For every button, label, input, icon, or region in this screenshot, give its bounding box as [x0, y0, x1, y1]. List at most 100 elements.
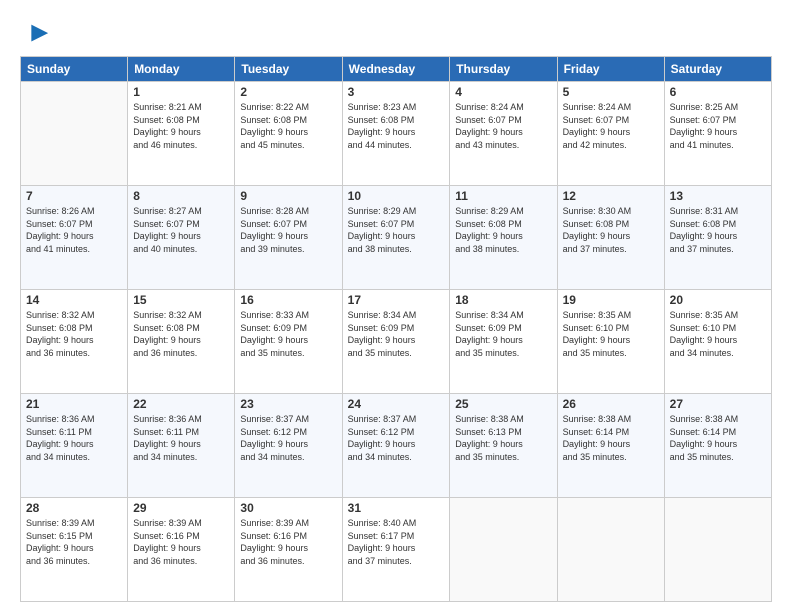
calendar-week-row: 7Sunrise: 8:26 AM Sunset: 6:07 PM Daylig… — [21, 186, 772, 290]
day-number: 8 — [133, 189, 229, 203]
calendar-cell: 27 Sunrise: 8:38 AM Sunset: 6:14 PM Dayli… — [664, 394, 771, 498]
day-number: 9 — [240, 189, 336, 203]
calendar-cell — [21, 82, 128, 186]
day-info: Sunrise: 8:31 AM Sunset: 6:08 PM Dayligh… — [670, 205, 766, 255]
calendar-cell: 29 Sunrise: 8:39 AM Sunset: 6:16 PM Dayli… — [128, 498, 235, 602]
calendar-cell: 25 Sunrise: 8:38 AM Sunset: 6:13 PM Dayli… — [450, 394, 557, 498]
day-info: Sunrise: 8:22 AM Sunset: 6:08 PM Dayligh… — [240, 101, 336, 151]
day-of-week-header: Sunday — [21, 57, 128, 82]
day-info: Sunrise: 8:37 AM Sunset: 6:12 PM Dayligh… — [348, 413, 445, 463]
page: SundayMondayTuesdayWednesdayThursdayFrid… — [0, 0, 792, 612]
day-info: Sunrise: 8:29 AM Sunset: 6:08 PM Dayligh… — [455, 205, 551, 255]
header — [20, 16, 772, 48]
calendar-week-row: 21 Sunrise: 8:36 AM Sunset: 6:11 PM Dayli… — [21, 394, 772, 498]
day-number: 30 — [240, 501, 336, 515]
day-info: Sunrise: 8:36 AM Sunset: 6:11 PM Dayligh… — [26, 413, 122, 463]
calendar-week-row: 28Sunrise: 8:39 AM Sunset: 6:15 PM Dayli… — [21, 498, 772, 602]
day-info: Sunrise: 8:25 AM Sunset: 6:07 PM Dayligh… — [670, 101, 766, 151]
calendar-cell: 4 Sunrise: 8:24 AM Sunset: 6:07 PM Daylig… — [450, 82, 557, 186]
day-number: 23 — [240, 397, 336, 411]
calendar-cell: 30 Sunrise: 8:39 AM Sunset: 6:16 PM Dayli… — [235, 498, 342, 602]
calendar-cell: 7Sunrise: 8:26 AM Sunset: 6:07 PM Daylig… — [21, 186, 128, 290]
calendar-cell: 10 Sunrise: 8:29 AM Sunset: 6:07 PM Dayli… — [342, 186, 450, 290]
calendar-cell: 24Sunrise: 8:37 AM Sunset: 6:12 PM Dayli… — [342, 394, 450, 498]
day-number: 3 — [348, 85, 445, 99]
day-info: Sunrise: 8:27 AM Sunset: 6:07 PM Dayligh… — [133, 205, 229, 255]
day-number: 27 — [670, 397, 766, 411]
calendar-cell: 1 Sunrise: 8:21 AM Sunset: 6:08 PM Daylig… — [128, 82, 235, 186]
day-number: 1 — [133, 85, 229, 99]
calendar-cell: 6 Sunrise: 8:25 AM Sunset: 6:07 PM Daylig… — [664, 82, 771, 186]
calendar-week-row: 14 Sunrise: 8:32 AM Sunset: 6:08 PM Dayli… — [21, 290, 772, 394]
day-info: Sunrise: 8:37 AM Sunset: 6:12 PM Dayligh… — [240, 413, 336, 463]
day-info: Sunrise: 8:32 AM Sunset: 6:08 PM Dayligh… — [26, 309, 122, 359]
calendar-cell: 20Sunrise: 8:35 AM Sunset: 6:10 PM Dayli… — [664, 290, 771, 394]
day-of-week-header: Saturday — [664, 57, 771, 82]
day-number: 25 — [455, 397, 551, 411]
day-info: Sunrise: 8:38 AM Sunset: 6:14 PM Dayligh… — [563, 413, 659, 463]
day-number: 16 — [240, 293, 336, 307]
day-info: Sunrise: 8:34 AM Sunset: 6:09 PM Dayligh… — [348, 309, 445, 359]
day-info: Sunrise: 8:23 AM Sunset: 6:08 PM Dayligh… — [348, 101, 445, 151]
calendar-cell: 13 Sunrise: 8:31 AM Sunset: 6:08 PM Dayli… — [664, 186, 771, 290]
day-number: 13 — [670, 189, 766, 203]
day-number: 10 — [348, 189, 445, 203]
logo — [20, 20, 50, 48]
day-info: Sunrise: 8:39 AM Sunset: 6:15 PM Dayligh… — [26, 517, 122, 567]
day-number: 18 — [455, 293, 551, 307]
day-number: 31 — [348, 501, 445, 515]
calendar-cell: 26 Sunrise: 8:38 AM Sunset: 6:14 PM Dayli… — [557, 394, 664, 498]
day-number: 26 — [563, 397, 659, 411]
day-info: Sunrise: 8:34 AM Sunset: 6:09 PM Dayligh… — [455, 309, 551, 359]
calendar-cell: 22 Sunrise: 8:36 AM Sunset: 6:11 PM Dayli… — [128, 394, 235, 498]
day-number: 22 — [133, 397, 229, 411]
day-info: Sunrise: 8:30 AM Sunset: 6:08 PM Dayligh… — [563, 205, 659, 255]
calendar-cell: 3 Sunrise: 8:23 AM Sunset: 6:08 PM Daylig… — [342, 82, 450, 186]
calendar-cell — [450, 498, 557, 602]
calendar-cell: 21 Sunrise: 8:36 AM Sunset: 6:11 PM Dayli… — [21, 394, 128, 498]
calendar-cell: 17 Sunrise: 8:34 AM Sunset: 6:09 PM Dayli… — [342, 290, 450, 394]
calendar-cell: 8 Sunrise: 8:27 AM Sunset: 6:07 PM Daylig… — [128, 186, 235, 290]
day-info: Sunrise: 8:33 AM Sunset: 6:09 PM Dayligh… — [240, 309, 336, 359]
calendar-header-row: SundayMondayTuesdayWednesdayThursdayFrid… — [21, 57, 772, 82]
calendar-cell: 2 Sunrise: 8:22 AM Sunset: 6:08 PM Daylig… — [235, 82, 342, 186]
day-info: Sunrise: 8:39 AM Sunset: 6:16 PM Dayligh… — [133, 517, 229, 567]
day-info: Sunrise: 8:28 AM Sunset: 6:07 PM Dayligh… — [240, 205, 336, 255]
calendar-cell: 15 Sunrise: 8:32 AM Sunset: 6:08 PM Dayli… — [128, 290, 235, 394]
day-info: Sunrise: 8:29 AM Sunset: 6:07 PM Dayligh… — [348, 205, 445, 255]
calendar-cell: 31 Sunrise: 8:40 AM Sunset: 6:17 PM Dayli… — [342, 498, 450, 602]
calendar-cell: 23 Sunrise: 8:37 AM Sunset: 6:12 PM Dayli… — [235, 394, 342, 498]
day-of-week-header: Wednesday — [342, 57, 450, 82]
day-of-week-header: Thursday — [450, 57, 557, 82]
calendar-cell: 12 Sunrise: 8:30 AM Sunset: 6:08 PM Dayli… — [557, 186, 664, 290]
calendar-cell: 9 Sunrise: 8:28 AM Sunset: 6:07 PM Daylig… — [235, 186, 342, 290]
day-info: Sunrise: 8:26 AM Sunset: 6:07 PM Dayligh… — [26, 205, 122, 255]
calendar-cell: 14 Sunrise: 8:32 AM Sunset: 6:08 PM Dayli… — [21, 290, 128, 394]
day-info: Sunrise: 8:38 AM Sunset: 6:14 PM Dayligh… — [670, 413, 766, 463]
day-info: Sunrise: 8:35 AM Sunset: 6:10 PM Dayligh… — [563, 309, 659, 359]
day-number: 4 — [455, 85, 551, 99]
day-number: 17 — [348, 293, 445, 307]
day-number: 11 — [455, 189, 551, 203]
day-info: Sunrise: 8:39 AM Sunset: 6:16 PM Dayligh… — [240, 517, 336, 567]
calendar-cell — [557, 498, 664, 602]
calendar-cell: 11 Sunrise: 8:29 AM Sunset: 6:08 PM Dayli… — [450, 186, 557, 290]
day-of-week-header: Friday — [557, 57, 664, 82]
day-number: 15 — [133, 293, 229, 307]
calendar-cell: 5Sunrise: 8:24 AM Sunset: 6:07 PM Daylig… — [557, 82, 664, 186]
day-number: 5 — [563, 85, 659, 99]
day-number: 2 — [240, 85, 336, 99]
day-info: Sunrise: 8:40 AM Sunset: 6:17 PM Dayligh… — [348, 517, 445, 567]
day-number: 29 — [133, 501, 229, 515]
day-info: Sunrise: 8:24 AM Sunset: 6:07 PM Dayligh… — [455, 101, 551, 151]
day-info: Sunrise: 8:36 AM Sunset: 6:11 PM Dayligh… — [133, 413, 229, 463]
day-info: Sunrise: 8:21 AM Sunset: 6:08 PM Dayligh… — [133, 101, 229, 151]
day-info: Sunrise: 8:38 AM Sunset: 6:13 PM Dayligh… — [455, 413, 551, 463]
day-number: 12 — [563, 189, 659, 203]
day-of-week-header: Tuesday — [235, 57, 342, 82]
day-number: 21 — [26, 397, 122, 411]
calendar-cell: 28Sunrise: 8:39 AM Sunset: 6:15 PM Dayli… — [21, 498, 128, 602]
day-number: 6 — [670, 85, 766, 99]
day-info: Sunrise: 8:32 AM Sunset: 6:08 PM Dayligh… — [133, 309, 229, 359]
day-number: 14 — [26, 293, 122, 307]
